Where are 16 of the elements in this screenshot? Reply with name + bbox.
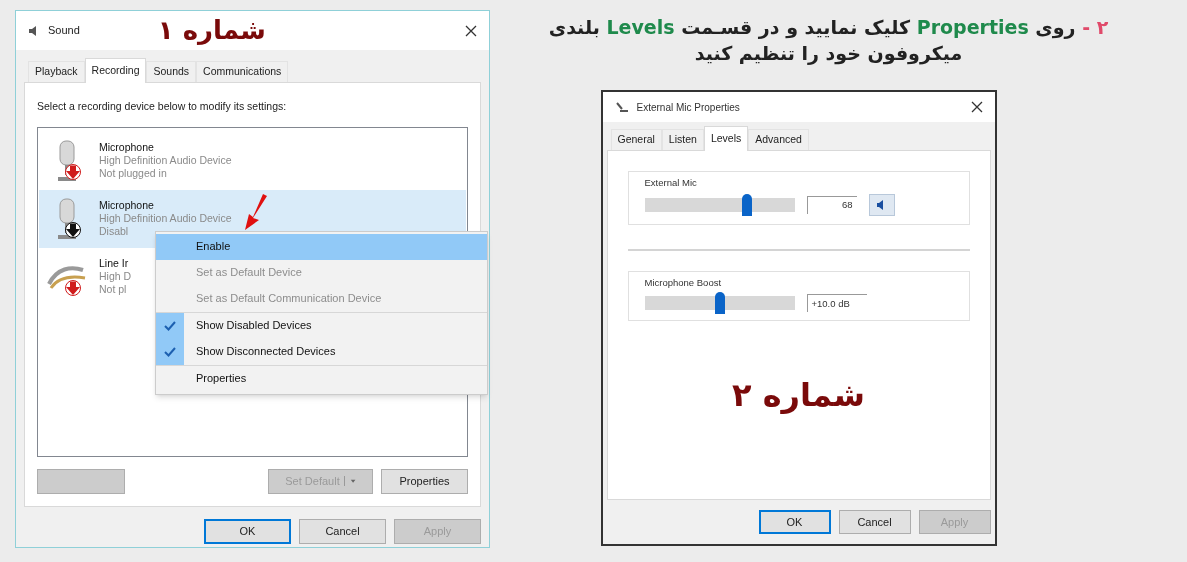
device-driver: High D [99, 270, 132, 283]
device-name: Microphone [99, 199, 155, 212]
group-title: External Mic [644, 175, 698, 190]
device-name: Line Ir [99, 257, 130, 270]
annotation-label: شماره ۲ [732, 375, 865, 417]
group-title: Microphone Boost [644, 276, 723, 290]
device-status: Disabl [99, 225, 130, 238]
device-driver: High Definition Audio Device [99, 212, 232, 225]
device-status: Not pl [99, 283, 128, 296]
device-driver: High Definition Audio Device [99, 154, 232, 167]
device-status: Not plugged in [99, 167, 168, 180]
device-name: Microphone [99, 141, 155, 154]
window-title: External Mic Properties [636, 100, 740, 115]
annotation-label: شماره ۱ [157, 14, 266, 47]
window-title: Sound [48, 23, 80, 39]
instruction-text: Select a recording device below to modify its settings: [37, 98, 288, 114]
